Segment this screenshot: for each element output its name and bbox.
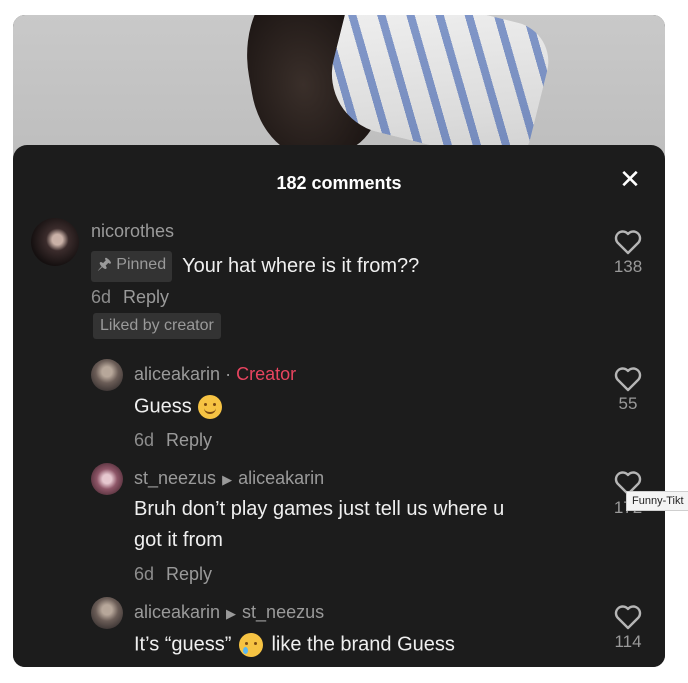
comment-username: st_neezus ▶ aliceakarin bbox=[134, 468, 324, 489]
like-count: 55 bbox=[618, 394, 638, 413]
like-count: 114 bbox=[614, 632, 642, 651]
comment-text: 🖈 Pinned Your hat where is it from?? bbox=[91, 251, 419, 282]
heart-icon[interactable] bbox=[614, 604, 642, 630]
reply-username[interactable]: aliceakarin bbox=[134, 364, 220, 384]
pinned-badge: 🖈 Pinned bbox=[91, 251, 173, 282]
like-button[interactable]: 55 bbox=[608, 366, 648, 414]
pinned-label: Pinned bbox=[116, 256, 167, 273]
like-button[interactable]: 114 bbox=[608, 604, 648, 652]
comment-age: 6d bbox=[91, 287, 112, 307]
comment-username[interactable]: nicorothes bbox=[91, 221, 174, 242]
avatar[interactable] bbox=[91, 597, 123, 629]
reply-arrow-icon: ▶ bbox=[226, 606, 237, 621]
comment-age: 6d bbox=[134, 430, 155, 450]
watermark-label: Funny-Tikt bbox=[626, 491, 688, 511]
comment-text: Guess bbox=[134, 395, 222, 419]
comment-meta: 6d Reply bbox=[134, 430, 212, 451]
crying-face-emoji bbox=[239, 633, 264, 657]
comment-username: aliceakarin · Creator bbox=[134, 364, 296, 385]
video-background-image bbox=[13, 15, 665, 165]
avatar[interactable] bbox=[31, 218, 79, 266]
comment-text-line1: Bruh don’t play games just tell us where… bbox=[134, 498, 505, 520]
comment-body: Guess bbox=[134, 395, 192, 418]
reply-username[interactable]: st_neezus bbox=[134, 468, 216, 488]
heart-icon[interactable] bbox=[614, 229, 642, 255]
like-count: 138 bbox=[613, 257, 643, 276]
comment-body: Your hat where is it from?? bbox=[182, 254, 420, 277]
close-icon[interactable]: ✕ bbox=[616, 165, 644, 193]
comment-text: It’s “guess” like the brand Guess bbox=[134, 633, 455, 657]
comment-text-line2: got it from bbox=[134, 529, 223, 551]
comments-sheet: 182 comments ✕ nicorothes 🖈 Pinned Your h… bbox=[13, 145, 665, 667]
smiling-face-emoji bbox=[197, 395, 222, 419]
like-button[interactable]: 138 bbox=[608, 229, 648, 277]
reply-to-username[interactable]: aliceakarin bbox=[238, 468, 324, 488]
reply-button[interactable]: Reply bbox=[123, 287, 169, 307]
reply-to-username[interactable]: st_neezus bbox=[242, 602, 324, 622]
comment-body-end: like the brand Guess bbox=[271, 633, 455, 656]
pin-icon: 🖈 bbox=[97, 256, 112, 273]
comment-meta: 6d Reply bbox=[91, 287, 169, 308]
comment-age: 6d bbox=[134, 564, 155, 584]
comments-count-title: 182 comments bbox=[276, 173, 402, 193]
comment-username: aliceakarin ▶ st_neezus bbox=[134, 602, 324, 623]
reply-button[interactable]: Reply bbox=[166, 564, 212, 584]
separator-dot: · bbox=[225, 364, 232, 384]
creator-badge: Creator bbox=[236, 364, 297, 384]
heart-icon[interactable] bbox=[614, 366, 642, 392]
reply-username[interactable]: aliceakarin bbox=[134, 602, 220, 622]
comment-meta: 6d Reply bbox=[134, 564, 212, 585]
avatar[interactable] bbox=[91, 359, 123, 391]
reply-arrow-icon: ▶ bbox=[222, 472, 233, 487]
video-frame: 182 comments ✕ nicorothes 🖈 Pinned Your h… bbox=[13, 15, 665, 667]
reply-button[interactable]: Reply bbox=[166, 430, 212, 450]
comment-body: It’s “guess” bbox=[134, 633, 232, 656]
liked-by-creator-badge: Liked by creator bbox=[93, 313, 221, 339]
avatar[interactable] bbox=[91, 463, 123, 495]
